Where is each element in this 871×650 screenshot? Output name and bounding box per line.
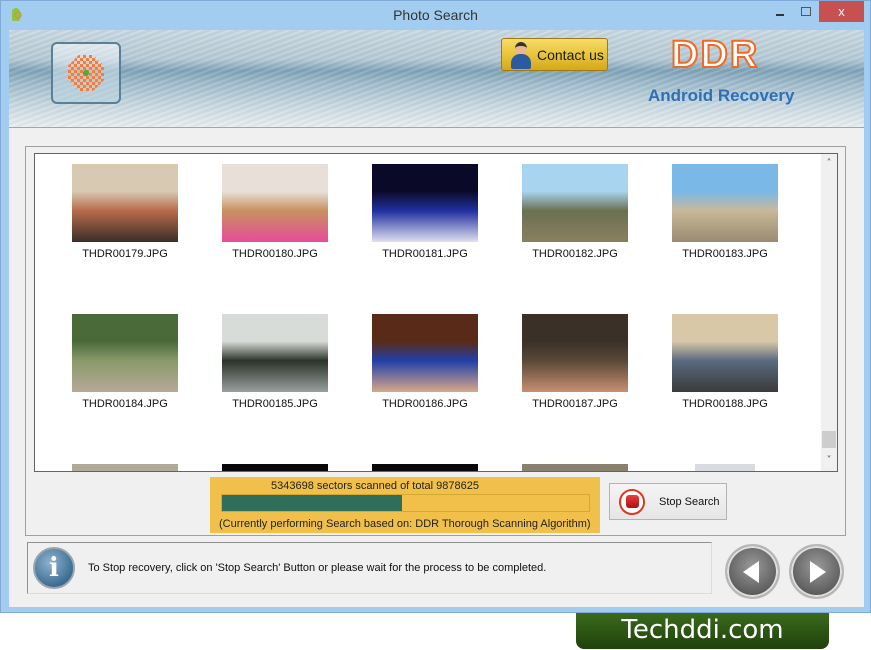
status-message: To Stop recovery, click on 'Stop Search'…	[88, 562, 547, 574]
scroll-up-icon[interactable]: ˄	[821, 156, 837, 172]
photo-thumbnail-partial[interactable]	[65, 464, 185, 471]
photo-preview-image	[522, 464, 628, 471]
next-button[interactable]	[789, 544, 844, 599]
photo-preview-image	[672, 164, 778, 242]
search-panel: THDR00179.JPG THDR00180.JPG THDR00181.JPG T…	[25, 146, 846, 536]
photo-thumbnail[interactable]: THDR00179.JPG	[65, 164, 185, 260]
algorithm-text: (Currently performing Search based on: D…	[219, 518, 591, 530]
photo-preview-image	[522, 314, 628, 392]
photo-thumbnail[interactable]: THDR00181.JPG	[365, 164, 485, 260]
photo-preview-image	[222, 314, 328, 392]
photo-preview-image	[72, 464, 178, 471]
photo-filename: THDR00183.JPG	[682, 248, 768, 260]
status-bar: i To Stop recovery, click on 'Stop Searc…	[27, 542, 712, 594]
photo-preview-image	[372, 164, 478, 242]
photo-filename: THDR00185.JPG	[232, 398, 318, 410]
vertical-scrollbar[interactable]: ˄ ˅	[821, 154, 837, 471]
photo-filename: THDR00180.JPG	[232, 248, 318, 260]
back-button[interactable]	[725, 544, 780, 599]
photo-thumbnail[interactable]: THDR00184.JPG	[65, 314, 185, 410]
photo-preview-image	[372, 464, 478, 471]
photo-thumbnail-partial[interactable]	[365, 464, 485, 471]
photo-thumbnail[interactable]: THDR00183.JPG	[665, 164, 785, 260]
photo-filename: THDR00179.JPG	[82, 248, 168, 260]
checkered-logo-icon	[68, 55, 104, 91]
watermark: Techddi.com	[576, 613, 829, 649]
product-name: Android Recovery	[648, 86, 795, 105]
photo-thumbnail-partial[interactable]	[215, 464, 335, 471]
contact-us-button[interactable]: Contact us	[501, 38, 608, 71]
photo-preview-image	[695, 464, 755, 471]
photo-thumbnail[interactable]: THDR00186.JPG	[365, 314, 485, 410]
title-bar: Photo Search x	[1, 1, 870, 30]
photo-preview-image	[72, 164, 178, 242]
photo-thumbnail[interactable]: THDR00187.JPG	[515, 314, 635, 410]
photo-preview-image	[222, 464, 328, 471]
contact-us-label: Contact us	[537, 46, 604, 63]
photo-filename: THDR00186.JPG	[382, 398, 468, 410]
sectors-scanned-text: 5343698 sectors scanned of total 9878625	[271, 480, 479, 492]
photo-thumbnail-partial[interactable]	[515, 464, 635, 471]
app-logo	[51, 42, 121, 104]
photo-preview-image	[372, 314, 478, 392]
photo-thumbnail-list[interactable]: THDR00179.JPG THDR00180.JPG THDR00181.JPG T…	[34, 153, 838, 472]
scroll-down-icon[interactable]: ˅	[821, 453, 837, 469]
photo-thumbnail[interactable]: THDR00182.JPG	[515, 164, 635, 260]
progress-bar	[221, 494, 590, 512]
app-window: Photo Search x Contact us DDR Android Re…	[0, 0, 871, 613]
window-title: Photo Search	[393, 7, 478, 23]
photo-preview-image	[522, 164, 628, 242]
next-arrow-icon	[810, 560, 826, 583]
photo-preview-image	[672, 314, 778, 392]
photo-thumbnail[interactable]: THDR00180.JPG	[215, 164, 335, 260]
photo-filename: THDR00182.JPG	[532, 248, 618, 260]
photo-filename: THDR00181.JPG	[382, 248, 468, 260]
close-button[interactable]: x	[819, 1, 864, 22]
stop-search-label: Stop Search	[659, 495, 720, 508]
photo-thumbnail[interactable]: THDR00185.JPG	[215, 314, 335, 410]
progress-bar-fill	[222, 495, 402, 511]
photo-preview-image	[222, 164, 328, 242]
photo-thumbnail-partial[interactable]	[665, 464, 785, 471]
photo-filename: THDR00188.JPG	[682, 398, 768, 410]
scan-progress-panel: 5343698 sectors scanned of total 9878625…	[210, 477, 600, 533]
info-icon: i	[33, 547, 75, 589]
minimize-button[interactable]	[767, 1, 793, 22]
scrollbar-thumb[interactable]	[822, 431, 836, 448]
photo-filename: THDR00187.JPG	[532, 398, 618, 410]
back-arrow-icon	[743, 560, 759, 583]
brand-logo-text: DDR	[670, 33, 760, 77]
maximize-button[interactable]	[793, 1, 819, 22]
stop-search-button[interactable]: Stop Search	[609, 483, 727, 520]
photo-filename: THDR00184.JPG	[82, 398, 168, 410]
client-area: Contact us DDR Android Recovery THDR0017…	[9, 30, 864, 607]
person-icon	[510, 41, 532, 69]
photo-thumbnail[interactable]: THDR00188.JPG	[665, 314, 785, 410]
header-banner: Contact us DDR Android Recovery	[9, 30, 864, 128]
photo-preview-image	[72, 314, 178, 392]
stop-icon	[619, 488, 645, 515]
